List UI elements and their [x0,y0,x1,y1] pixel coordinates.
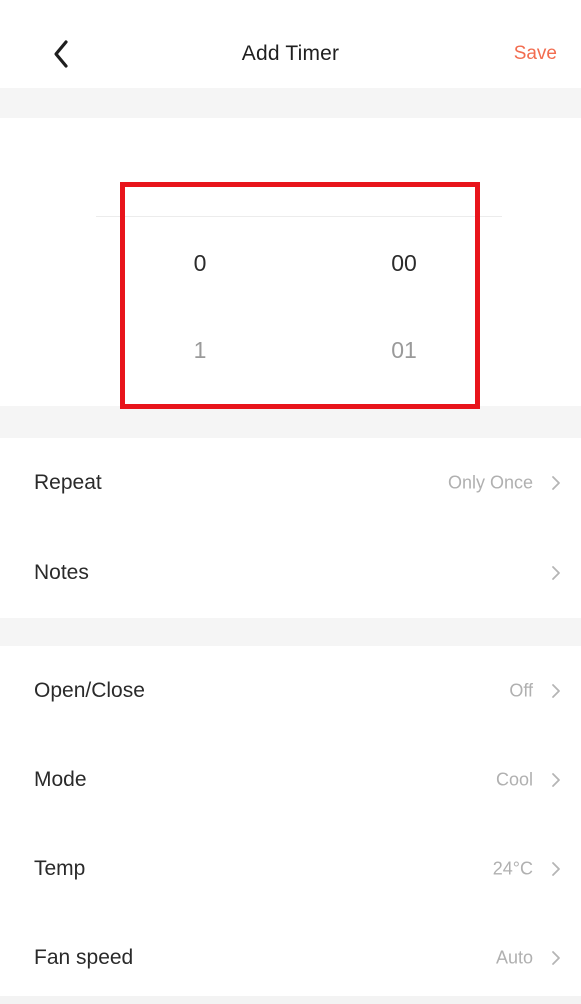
mode-label: Mode [34,768,87,791]
chevron-right-icon [552,951,560,965]
open-close-row[interactable]: Open/Close Off [0,646,581,736]
chevron-right-icon [552,862,560,876]
open-close-label: Open/Close [34,679,145,702]
section-divider [0,88,581,118]
temp-value: 24°C [492,858,533,879]
picker-minute-next[interactable]: 01 [364,337,444,364]
temp-row[interactable]: Temp 24°C [0,824,581,914]
repeat-label: Repeat [34,471,102,494]
time-picker[interactable] [0,118,581,406]
open-close-value: Off [509,680,533,701]
chevron-right-icon [552,684,560,698]
mode-row[interactable]: Mode Cool [0,735,581,825]
picker-hour-selected[interactable]: 0 [160,250,240,277]
chevron-right-icon [552,476,560,490]
notes-label: Notes [34,561,89,584]
repeat-value: Only Once [447,472,533,493]
page-title: Add Timer [241,42,340,65]
fan-speed-row[interactable]: Fan speed Auto [0,913,581,1003]
chevron-right-icon [552,773,560,787]
picker-hour-next[interactable]: 1 [160,337,240,364]
picker-minute-selected[interactable]: 00 [364,250,444,277]
temp-label: Temp [34,857,86,880]
chevron-right-icon [552,566,560,580]
app-header: Add Timer Save [0,0,581,88]
bottom-edge [0,996,581,1004]
section-divider [0,618,581,646]
mode-value: Cool [495,769,533,790]
notes-row[interactable]: Notes [0,528,581,618]
repeat-row[interactable]: Repeat Only Once [0,438,581,528]
picker-divider-line [96,216,502,217]
fan-speed-value: Auto [495,947,533,968]
fan-speed-label: Fan speed [34,946,134,969]
section-divider [0,406,581,438]
save-button[interactable]: Save [514,43,557,65]
